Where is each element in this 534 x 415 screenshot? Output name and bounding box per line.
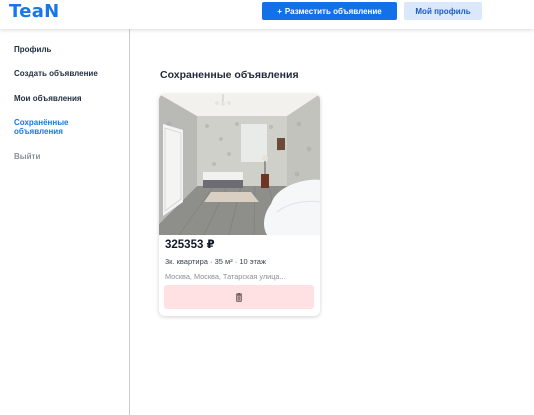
trash-icon bbox=[236, 292, 242, 302]
listing-address: Москва, Москва, Татарская улица... bbox=[165, 272, 286, 281]
sidebar-item-create-listing[interactable]: Создать объявление bbox=[14, 69, 124, 78]
my-profile-button[interactable]: Мой профиль bbox=[404, 2, 482, 20]
page-title: Сохраненные объявления bbox=[160, 69, 299, 81]
remove-from-saved-button[interactable] bbox=[164, 285, 314, 309]
main-content: Сохраненные объявления 325353 ₽ 3к. квар… bbox=[131, 29, 534, 415]
plus-icon: + bbox=[277, 6, 282, 16]
post-listing-button[interactable]: + Разместить объявление bbox=[262, 2, 397, 20]
logo[interactable]: TeaN bbox=[9, 1, 60, 22]
sidebar-item-profile[interactable]: Профиль bbox=[14, 45, 124, 54]
sidebar-item-saved-listings[interactable]: Сохранённые объявления bbox=[14, 118, 94, 136]
post-listing-label: Разместить объявление bbox=[284, 6, 382, 16]
sidebar-item-logout[interactable]: Выйти bbox=[14, 152, 124, 161]
sidebar: Профиль Создать объявление Мои объявлени… bbox=[0, 29, 130, 415]
sidebar-item-my-listings[interactable]: Мои объявления bbox=[14, 94, 124, 103]
top-header: TeaN + Разместить объявление Мой профиль bbox=[0, 0, 534, 29]
listing-photo[interactable] bbox=[159, 94, 320, 235]
listing-price: 325353 ₽ bbox=[165, 239, 215, 251]
listing-card[interactable]: 325353 ₽ 3к. квартира · 35 м² · 10 этаж … bbox=[159, 94, 320, 316]
listing-specs: 3к. квартира · 35 м² · 10 этаж bbox=[165, 257, 266, 266]
